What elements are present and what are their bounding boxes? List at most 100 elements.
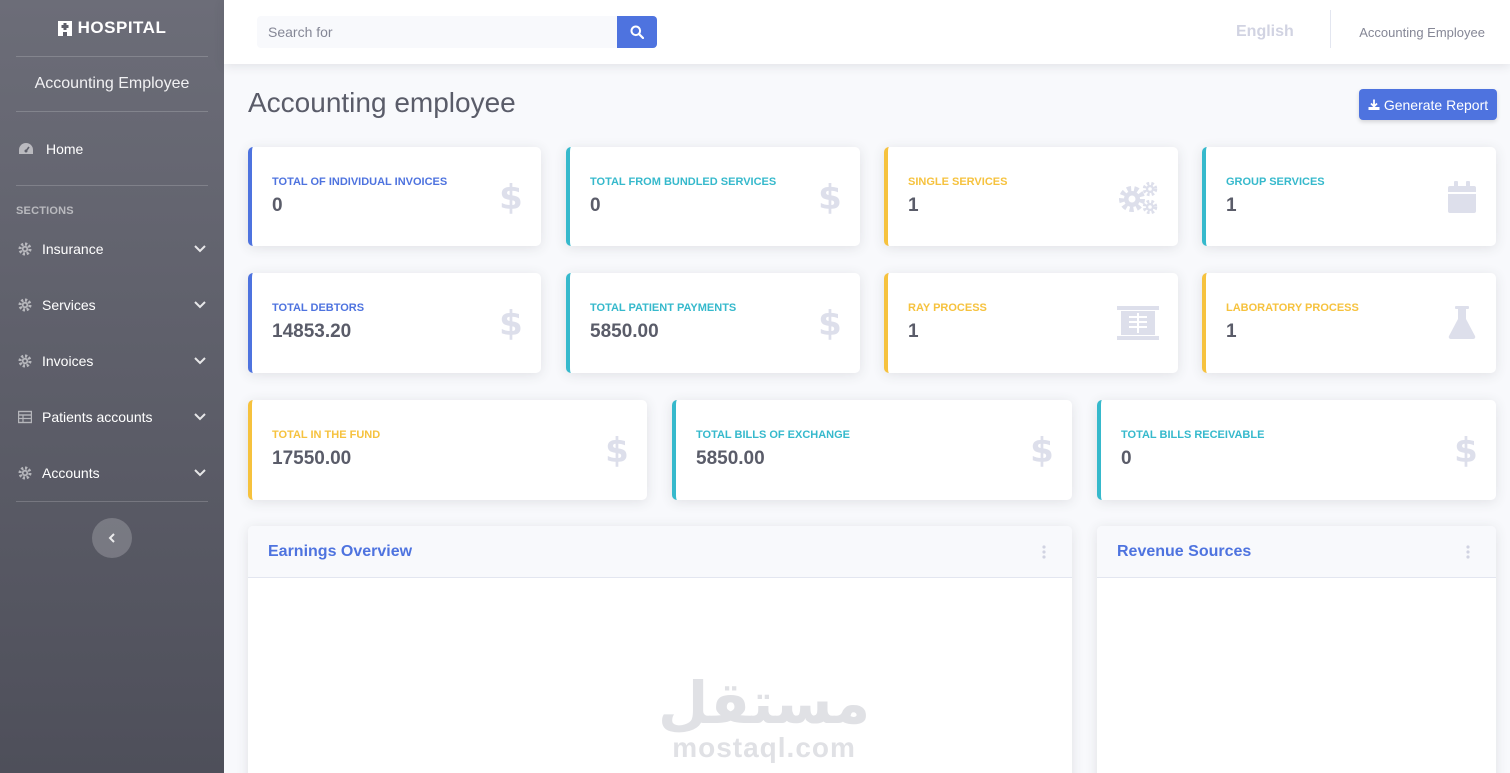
- brand[interactable]: HOSPITAL: [0, 0, 224, 56]
- stat-value: 0: [272, 195, 283, 216]
- generate-report-label: Generate Report: [1383, 96, 1489, 113]
- topbar-divider: [1330, 10, 1331, 48]
- sidebar-item-label: Insurance: [42, 241, 104, 257]
- dollar-icon: $: [819, 306, 841, 340]
- dollar-icon: $: [819, 180, 841, 214]
- stat-card-ray-process: RAY PROCESS 1: [884, 273, 1178, 373]
- x-ray-icon: [1117, 306, 1159, 340]
- generate-report-button[interactable]: Generate Report: [1359, 89, 1497, 120]
- sidebar: HOSPITAL Accounting Employee Home SECTIO…: [0, 0, 224, 773]
- svg-text:$: $: [500, 306, 522, 340]
- panel-header: Revenue Sources: [1097, 526, 1496, 578]
- stat-label: GROUP SERVICES: [1226, 176, 1325, 188]
- download-icon: [1368, 99, 1380, 110]
- calendar-icon: [1448, 181, 1476, 213]
- dollar-icon: $: [500, 306, 522, 340]
- sidebar-toggle-button[interactable]: [92, 518, 132, 558]
- svg-text:$: $: [1455, 433, 1477, 467]
- sidebar-item-label: Accounts: [42, 465, 100, 481]
- sidebar-section-heading: SECTIONS: [16, 205, 74, 217]
- svg-text:$: $: [606, 433, 628, 467]
- hospital-icon: [57, 21, 72, 36]
- search-icon: [630, 25, 644, 39]
- stat-card-total-debtors: TOTAL DEBTORS 14853.20 $: [248, 273, 541, 373]
- sidebar-item-insurance[interactable]: Insurance: [0, 221, 224, 277]
- stat-label: TOTAL BILLS OF EXCHANGE: [696, 429, 851, 441]
- stat-label: TOTAL PATIENT PAYMENTS: [590, 302, 737, 314]
- sidebar-toggle-wrap: [0, 502, 224, 558]
- more-options-icon[interactable]: [1036, 544, 1052, 560]
- sidebar-item-label: Patients accounts: [42, 409, 153, 425]
- revenue-sources-panel: Revenue Sources: [1097, 526, 1496, 773]
- table-icon: [18, 410, 32, 424]
- watermark-arabic: مستقل: [658, 669, 871, 737]
- stat-label: RAY PROCESS: [908, 302, 987, 314]
- stat-card-single-services: SINGLE SERVICES 1: [884, 147, 1178, 246]
- chevron-left-icon: [108, 533, 115, 543]
- sidebar-item-patients-accounts[interactable]: Patients accounts: [0, 389, 224, 445]
- search-input[interactable]: [257, 16, 617, 48]
- sidebar-item-home[interactable]: Home: [0, 112, 224, 185]
- chevron-down-icon: [194, 301, 206, 309]
- dollar-icon: $: [606, 433, 628, 467]
- page-title: Accounting employee: [248, 87, 516, 118]
- dollar-icon: $: [1455, 433, 1477, 467]
- stat-label: SINGLE SERVICES: [908, 176, 1008, 188]
- sidebar-role: Accounting Employee: [34, 75, 190, 92]
- cogs-icon: [1119, 181, 1158, 214]
- stat-card-bills-of-exchange: TOTAL BILLS OF EXCHANGE 5850.00 $: [672, 400, 1072, 500]
- sidebar-item-label: Invoices: [42, 353, 94, 369]
- stat-label: TOTAL FROM BUNDLED SERVICES: [590, 176, 777, 188]
- panel-title: Earnings Overview: [268, 542, 413, 560]
- stat-value: 0: [590, 195, 601, 216]
- sidebar-item-label: Home: [46, 140, 84, 157]
- gear-icon: [18, 298, 32, 312]
- panel-title: Revenue Sources: [1117, 542, 1252, 560]
- stat-label: TOTAL IN THE FUND: [272, 429, 381, 441]
- stat-value: 17550.00: [272, 448, 352, 469]
- stat-value: 5850.00: [590, 321, 659, 342]
- stat-value: 1: [1226, 321, 1237, 342]
- sidebar-item-invoices[interactable]: Invoices: [0, 333, 224, 389]
- flask-icon: [1448, 306, 1476, 340]
- watermark: مستقل mostaql.com: [658, 674, 870, 764]
- stat-label: LABORATORY PROCESS: [1226, 302, 1359, 314]
- more-options-icon[interactable]: [1460, 544, 1476, 560]
- search-button[interactable]: [617, 16, 657, 48]
- stat-value: 1: [908, 195, 919, 216]
- language-selector[interactable]: English: [1236, 23, 1294, 41]
- gear-icon: [18, 466, 32, 480]
- chevron-down-icon: [194, 469, 206, 477]
- gear-icon: [18, 354, 32, 368]
- stat-value: 1: [908, 321, 919, 342]
- chevron-down-icon: [194, 245, 206, 253]
- search-group: [257, 16, 657, 48]
- stat-card-bills-receivable: TOTAL BILLS RECEIVABLE 0 $: [1097, 400, 1496, 500]
- stat-label: TOTAL BILLS RECEIVABLE: [1121, 429, 1265, 441]
- sidebar-item-services[interactable]: Services: [0, 277, 224, 333]
- stat-label: TOTAL OF INDIVIDUAL INVOICES: [272, 176, 448, 188]
- user-menu[interactable]: Accounting Employee: [1359, 25, 1485, 40]
- dollar-icon: $: [1031, 433, 1053, 467]
- chevron-down-icon: [194, 357, 206, 365]
- stat-value: 0: [1121, 448, 1132, 469]
- stat-card-bundled-services: TOTAL FROM BUNDLED SERVICES 0 $: [566, 147, 860, 246]
- watermark-latin: mostaql.com: [672, 732, 856, 763]
- sidebar-item-accounts[interactable]: Accounts: [0, 445, 224, 501]
- stat-card-patient-payments: TOTAL PATIENT PAYMENTS 5850.00 $: [566, 273, 860, 373]
- panel-header: Earnings Overview: [248, 526, 1072, 578]
- dollar-icon: $: [500, 180, 522, 214]
- earnings-overview-panel: Earnings Overview مستقل mostaql.com: [248, 526, 1072, 773]
- stat-label: TOTAL DEBTORS: [272, 302, 365, 314]
- svg-text:$: $: [819, 180, 841, 214]
- dashboard-icon: [19, 142, 33, 154]
- stat-value: 5850.00: [696, 448, 765, 469]
- stat-card-individual-invoices: TOTAL OF INDIVIDUAL INVOICES 0 $: [248, 147, 541, 246]
- stat-card-total-in-fund: TOTAL IN THE FUND 17550.00 $: [248, 400, 647, 500]
- svg-text:$: $: [1031, 433, 1053, 467]
- gear-icon: [18, 242, 32, 256]
- stat-card-laboratory-process: LABORATORY PROCESS 1: [1202, 273, 1496, 373]
- brand-name: HOSPITAL: [77, 18, 167, 37]
- topbar: English Accounting Employee: [224, 0, 1510, 64]
- stat-value: 1: [1226, 195, 1237, 216]
